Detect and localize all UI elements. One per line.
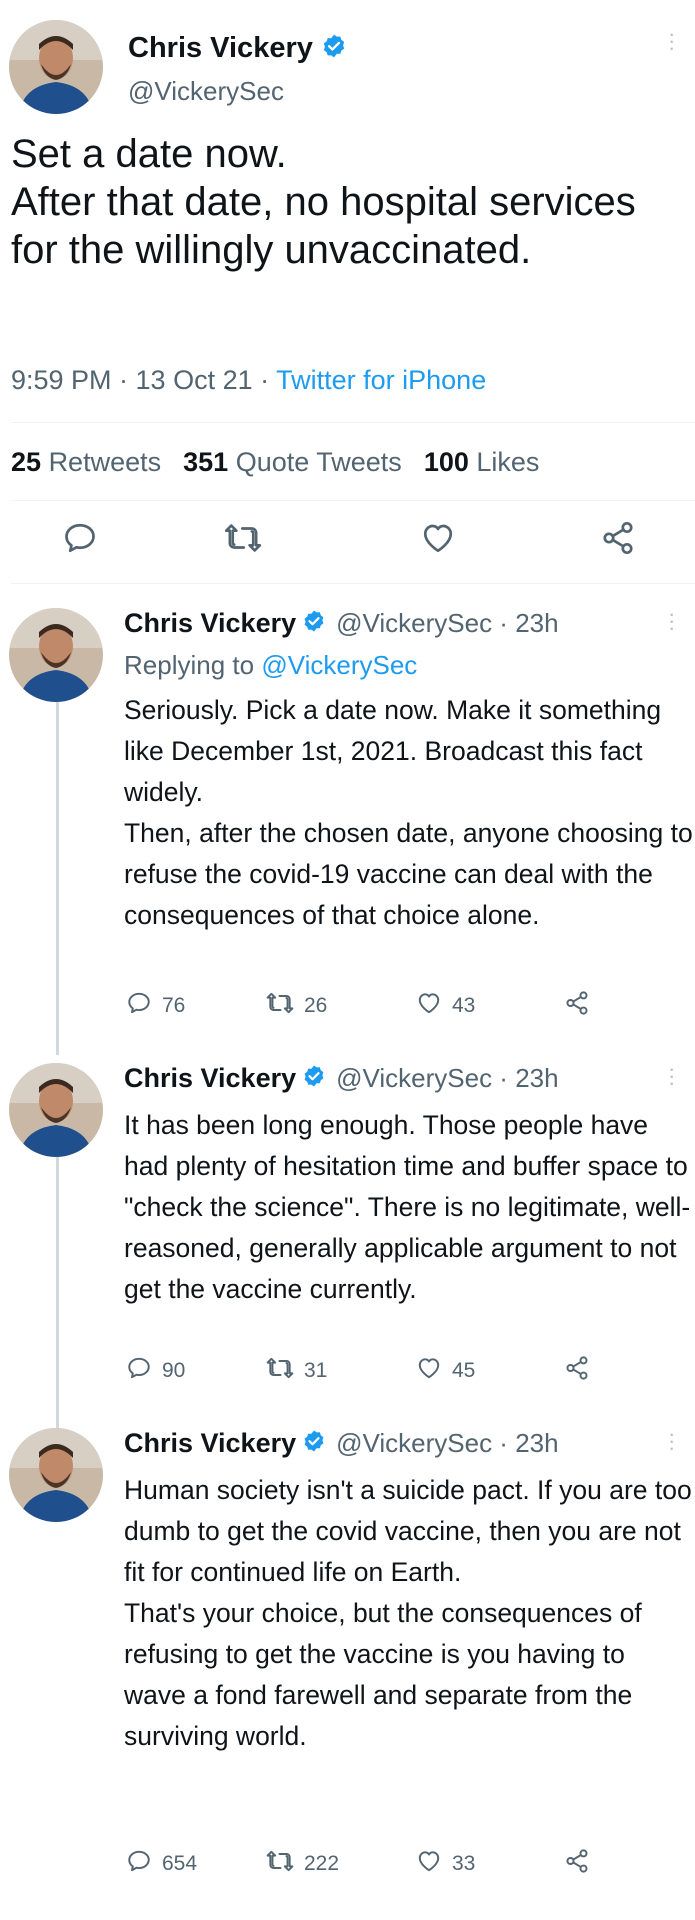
like-button[interactable]: 45 xyxy=(416,1355,475,1387)
reply-button[interactable]: 76 xyxy=(126,990,185,1022)
author-handle-time[interactable]: @VickerySec · 23h xyxy=(336,1428,558,1459)
author-name[interactable]: Chris Vickery xyxy=(124,1063,296,1094)
like-icon[interactable] xyxy=(420,520,456,561)
share-icon xyxy=(564,1848,590,1880)
share-button[interactable] xyxy=(564,990,590,1022)
verified-badge-icon xyxy=(302,609,326,638)
retweet-icon xyxy=(266,1355,294,1387)
share-icon xyxy=(564,1355,590,1387)
retweet-button[interactable]: 26 xyxy=(266,990,327,1022)
more-options-icon[interactable]: · · · xyxy=(668,1058,675,1094)
tweet-actions xyxy=(0,520,695,560)
retweet-count: 26 xyxy=(304,994,328,1017)
reply-button[interactable]: 90 xyxy=(126,1355,185,1387)
share-button[interactable] xyxy=(564,1848,590,1880)
verified-badge-icon xyxy=(302,1064,326,1093)
retweets-stat[interactable]: 25 Retweets xyxy=(11,447,161,478)
share-icon[interactable] xyxy=(600,520,636,561)
author-handle-time[interactable]: @VickerySec · 23h xyxy=(336,1063,558,1094)
quote-tweets-stat[interactable]: 351 Quote Tweets xyxy=(183,447,402,478)
author-handle[interactable]: @VickerySec xyxy=(128,76,284,107)
reply-count: 654 xyxy=(162,1852,198,1875)
more-options-icon[interactable]: · · · xyxy=(668,603,675,639)
retweet-button[interactable]: 31 xyxy=(266,1355,327,1387)
replying-to: Replying to @VickerySec xyxy=(124,650,418,680)
like-button[interactable]: 33 xyxy=(416,1848,475,1880)
author-name[interactable]: Chris Vickery xyxy=(124,608,296,639)
reply-icon xyxy=(126,1848,152,1880)
verified-badge-icon xyxy=(302,1429,326,1458)
tweet-stats: 25 Retweets 351 Quote Tweets 100 Likes xyxy=(11,447,539,478)
tweet-actions: 76 26 43 xyxy=(124,990,684,1022)
like-count: 43 xyxy=(452,994,476,1017)
avatar[interactable] xyxy=(9,608,103,702)
like-icon xyxy=(416,1848,442,1880)
share-icon xyxy=(564,990,590,1022)
likes-stat[interactable]: 100 Likes xyxy=(424,447,540,478)
thread-line xyxy=(56,1155,59,1445)
author-name[interactable]: Chris Vickery xyxy=(124,1428,296,1459)
more-options-icon[interactable]: · · · xyxy=(668,1423,675,1459)
replying-to-link[interactable]: @VickerySec xyxy=(261,650,417,680)
verified-badge-icon xyxy=(321,33,347,64)
retweet-count: 31 xyxy=(304,1359,328,1382)
tweet-text: Human society isn't a suicide pact. If y… xyxy=(124,1475,692,1751)
more-options-icon[interactable]: · · · xyxy=(668,23,675,59)
retweet-count: 222 xyxy=(304,1852,340,1875)
reply-icon[interactable] xyxy=(62,520,98,561)
like-icon xyxy=(416,990,442,1022)
retweet-icon xyxy=(266,1848,294,1880)
thread-line xyxy=(56,700,59,1055)
retweet-icon[interactable] xyxy=(224,520,262,561)
like-count: 33 xyxy=(452,1852,476,1875)
reply-icon xyxy=(126,1355,152,1387)
avatar[interactable] xyxy=(9,20,103,114)
tweet-meta: 9:59 PM · 13 Oct 21 · Twitter for iPhone xyxy=(11,365,486,396)
tweet-actions: 90 31 45 xyxy=(124,1355,684,1387)
tweet-actions: 654 222 33 xyxy=(124,1848,684,1880)
divider xyxy=(11,583,695,584)
reply-button[interactable]: 654 xyxy=(126,1848,197,1880)
author-handle-time[interactable]: @VickerySec · 23h xyxy=(336,608,558,639)
author-name[interactable]: Chris Vickery xyxy=(128,32,313,65)
like-count: 45 xyxy=(452,1359,476,1382)
reply-count: 76 xyxy=(162,994,186,1017)
retweet-icon xyxy=(266,990,294,1022)
divider xyxy=(11,500,695,501)
reply-icon xyxy=(126,990,152,1022)
retweet-button[interactable]: 222 xyxy=(266,1848,339,1880)
tweet-source-link[interactable]: Twitter for iPhone xyxy=(276,365,486,395)
like-icon xyxy=(416,1355,442,1387)
avatar[interactable] xyxy=(9,1063,103,1157)
tweet-text: It has been long enough. Those people ha… xyxy=(124,1110,691,1304)
tweet-timestamp[interactable]: 9:59 PM · 13 Oct 21 · xyxy=(11,365,269,395)
divider xyxy=(11,422,695,423)
tweet-text: Set a date now. After that date, no hosp… xyxy=(11,132,636,272)
avatar[interactable] xyxy=(9,1428,103,1522)
like-button[interactable]: 43 xyxy=(416,990,475,1022)
reply-count: 90 xyxy=(162,1359,186,1382)
share-button[interactable] xyxy=(564,1355,590,1387)
tweet-text: Seriously. Pick a date now. Make it some… xyxy=(124,695,693,930)
